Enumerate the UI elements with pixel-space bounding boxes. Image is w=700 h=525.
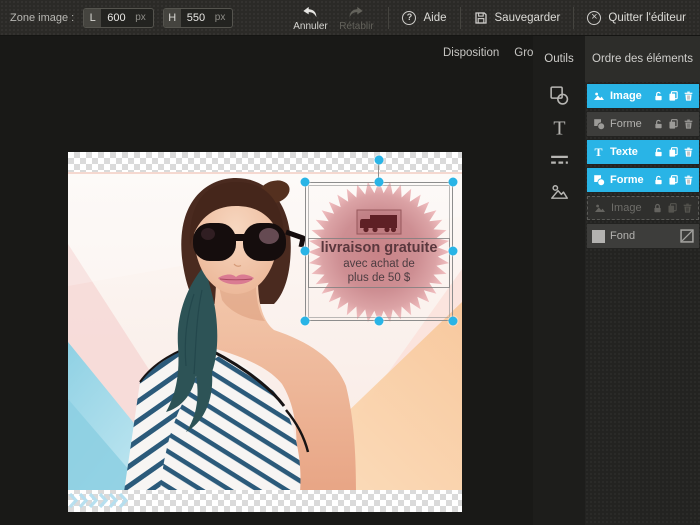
resize-handle-sw[interactable] bbox=[301, 317, 310, 326]
quit-label: Quitter l'éditeur bbox=[608, 12, 686, 24]
layer-row-shape-2[interactable]: Forme bbox=[587, 168, 699, 192]
selection-bounding-box[interactable] bbox=[305, 182, 453, 321]
top-toolbar: Zone image : L px H px Annuler Rétablir … bbox=[0, 0, 700, 36]
resize-handle-w[interactable] bbox=[301, 247, 310, 256]
quit-icon: × bbox=[587, 11, 601, 25]
trash-icon[interactable] bbox=[683, 90, 694, 102]
layer-row-image-2[interactable]: Image bbox=[587, 196, 699, 220]
no-background-icon[interactable] bbox=[680, 229, 694, 243]
layer-row-image-1[interactable]: Image bbox=[587, 84, 699, 108]
trash-icon[interactable] bbox=[683, 174, 694, 186]
background-color-swatch[interactable] bbox=[592, 230, 605, 243]
duplicate-icon[interactable] bbox=[668, 146, 679, 158]
zone-image-label: Zone image : bbox=[10, 12, 74, 24]
toolbar-separator bbox=[388, 7, 389, 29]
resize-handle-nw[interactable] bbox=[301, 178, 310, 187]
layer-label: Forme bbox=[610, 174, 653, 186]
image-layer-icon bbox=[593, 202, 606, 215]
duplicate-icon[interactable] bbox=[668, 118, 679, 130]
redo-label: Rétablir bbox=[339, 21, 373, 32]
tools-panel: Outils T bbox=[533, 36, 585, 525]
resize-handle-e[interactable] bbox=[449, 247, 458, 256]
unlock-icon[interactable] bbox=[653, 118, 664, 130]
chevron-shape-layer[interactable] bbox=[69, 493, 133, 508]
trash-icon[interactable] bbox=[683, 118, 694, 130]
trash-icon[interactable] bbox=[683, 146, 694, 158]
layer-label: Image bbox=[611, 202, 652, 214]
save-button[interactable]: Sauvegarder bbox=[470, 11, 565, 25]
redo-button[interactable]: Rétablir bbox=[333, 4, 379, 32]
trash-icon[interactable] bbox=[682, 202, 693, 214]
image-tool-icon bbox=[548, 180, 571, 203]
toolbar-separator bbox=[573, 7, 574, 29]
image-tool-button[interactable] bbox=[542, 175, 576, 207]
image-editor: { "topbar": { "zone_label": "Zone image … bbox=[0, 0, 700, 525]
resize-handle-ne[interactable] bbox=[449, 178, 458, 187]
layer-label: Texte bbox=[610, 146, 653, 158]
unlock-icon[interactable] bbox=[653, 174, 664, 186]
width-input[interactable] bbox=[101, 12, 133, 24]
resize-handle-n[interactable] bbox=[375, 178, 384, 187]
save-icon bbox=[474, 11, 488, 25]
undo-button[interactable]: Annuler bbox=[287, 4, 333, 32]
width-field[interactable]: L px bbox=[83, 8, 154, 28]
rotation-handle[interactable] bbox=[375, 156, 384, 165]
undo-arrow-icon bbox=[300, 6, 320, 19]
duplicate-icon[interactable] bbox=[667, 202, 678, 214]
quit-editor-button[interactable]: × Quitter l'éditeur bbox=[583, 11, 690, 25]
text-tool-button[interactable]: T bbox=[542, 111, 576, 143]
lines-icon bbox=[548, 148, 571, 171]
help-icon: ? bbox=[402, 11, 416, 25]
redo-arrow-icon bbox=[346, 6, 366, 19]
help-label: Aide bbox=[423, 12, 446, 24]
shapes-icon bbox=[548, 84, 571, 107]
unlock-icon[interactable] bbox=[653, 146, 664, 158]
disposition-button[interactable]: Disposition bbox=[443, 47, 499, 59]
width-prefix: L bbox=[84, 9, 101, 27]
height-unit: px bbox=[213, 12, 233, 23]
unlock-icon[interactable] bbox=[653, 90, 664, 102]
lock-icon[interactable] bbox=[652, 202, 663, 214]
tools-panel-title: Outils bbox=[544, 36, 573, 79]
duplicate-icon[interactable] bbox=[668, 90, 679, 102]
shape-layer-icon bbox=[592, 174, 605, 187]
element-order-panel: Ordre des éléments Image Forme bbox=[585, 36, 700, 525]
text-tool-icon: T bbox=[548, 116, 571, 139]
design-canvas[interactable]: livraison gratuite avec achat de plus de… bbox=[68, 152, 462, 512]
height-field[interactable]: H px bbox=[163, 8, 234, 28]
toolbar-separator bbox=[460, 7, 461, 29]
width-unit: px bbox=[133, 12, 153, 23]
height-input[interactable] bbox=[181, 12, 213, 24]
lines-tool-button[interactable] bbox=[542, 143, 576, 175]
text-layer-icon: T bbox=[592, 146, 605, 159]
resize-handle-s[interactable] bbox=[375, 317, 384, 326]
save-label: Sauvegarder bbox=[495, 12, 561, 24]
element-order-list: Image Forme T Texte bbox=[585, 82, 700, 248]
order-panel-title: Ordre des éléments bbox=[585, 36, 700, 82]
duplicate-icon[interactable] bbox=[668, 174, 679, 186]
shapes-tool-button[interactable] bbox=[542, 79, 576, 111]
resize-handle-se[interactable] bbox=[449, 317, 458, 326]
image-layer-icon bbox=[592, 90, 605, 103]
undo-label: Annuler bbox=[293, 21, 327, 32]
svg-text:T: T bbox=[553, 117, 565, 139]
layer-row-background[interactable]: Fond bbox=[587, 224, 699, 248]
shape-layer-icon bbox=[592, 118, 605, 131]
height-prefix: H bbox=[164, 9, 181, 27]
help-button[interactable]: ? Aide bbox=[398, 11, 450, 25]
layer-row-text[interactable]: T Texte bbox=[587, 140, 699, 164]
layer-label: Forme bbox=[610, 118, 653, 130]
layer-label: Image bbox=[610, 90, 653, 102]
layer-row-shape-1[interactable]: Forme bbox=[587, 112, 699, 136]
layer-label: Fond bbox=[610, 230, 680, 242]
